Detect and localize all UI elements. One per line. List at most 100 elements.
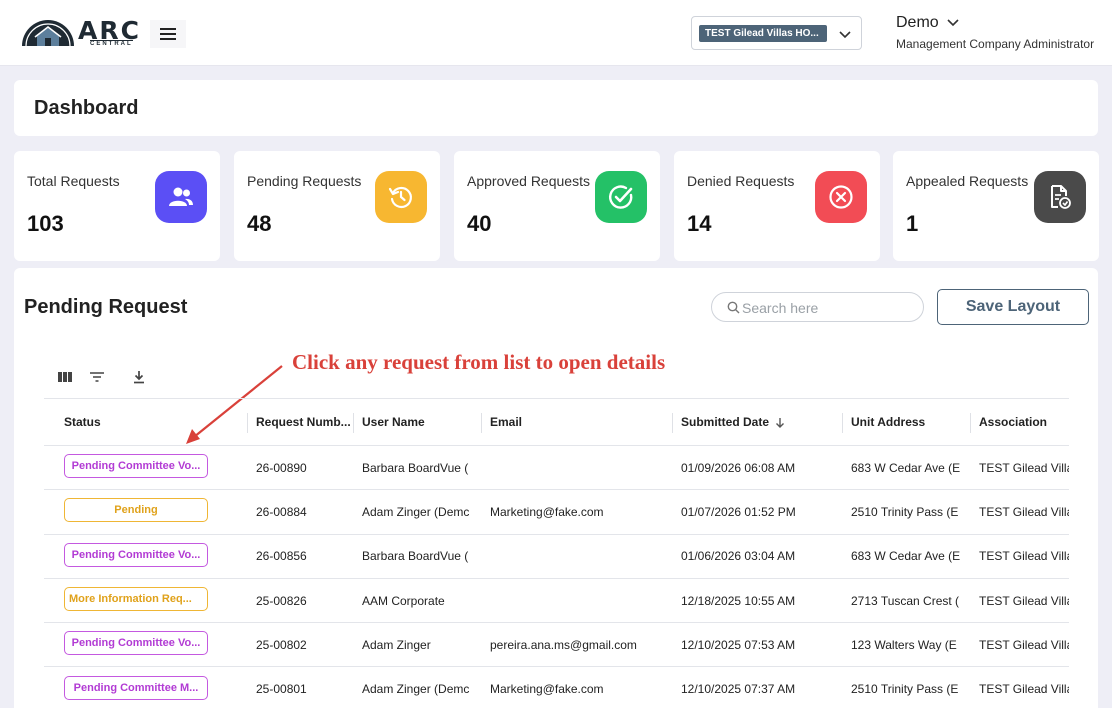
download-icon[interactable] <box>130 368 148 386</box>
status-badge[interactable]: Pending Committee M... <box>64 675 208 700</box>
association-chip: TEST Gilead Villas HO... <box>699 25 827 42</box>
unit-address-cell: 2510 Trinity Pass (E <box>843 666 971 708</box>
association-cell: TEST Gilead Villa <box>971 622 1069 668</box>
filter-icon[interactable] <box>88 368 106 386</box>
submitted-date-cell: 01/09/2026 06:08 AM <box>673 445 843 491</box>
unit-address-cell: 123 Walters Way (E <box>843 622 971 668</box>
document-refresh-icon <box>1034 171 1086 223</box>
association-cell: TEST Gilead Villa <box>971 666 1069 708</box>
request-number-cell: 26-00856 <box>248 534 354 579</box>
stat-value: 1 <box>906 211 919 236</box>
user-menu-chevron-icon[interactable] <box>946 18 960 28</box>
user-name-cell: AAM Corporate <box>354 578 482 624</box>
column-header-unit-address[interactable]: Unit Address <box>843 398 971 446</box>
arc-central-logo[interactable]: ARC CENTRAL <box>20 16 139 48</box>
stat-card-denied[interactable]: Denied Requests 14 <box>674 151 880 261</box>
user-name-cell: Adam Zinger (Demc <box>354 489 482 535</box>
column-header-association[interactable]: Association <box>971 398 1069 446</box>
submitted-date-cell: 01/07/2026 01:52 PM <box>673 489 843 535</box>
email-cell: Marketing@fake.com <box>482 666 673 708</box>
request-number-cell: 26-00890 <box>248 445 354 491</box>
column-header-submitted-date[interactable]: Submitted Date <box>673 398 843 446</box>
table-row[interactable]: Pending Committee Vo... 26-00890 Barbara… <box>44 445 1069 491</box>
user-role: Management Company Administrator <box>896 37 1095 51</box>
stat-label: Appealed Requests <box>906 173 1029 189</box>
stat-value: 40 <box>467 211 492 236</box>
submitted-date-cell: 12/18/2025 10:55 AM <box>673 578 843 624</box>
association-cell: TEST Gilead Villa <box>971 534 1069 579</box>
submitted-date-cell: 12/10/2025 07:37 AM <box>673 666 843 708</box>
save-layout-button[interactable]: Save Layout <box>937 289 1089 325</box>
stat-value: 14 <box>687 211 712 236</box>
instruction-annotation: Click any request from list to open deta… <box>292 350 666 374</box>
request-number-cell: 25-00801 <box>248 666 354 708</box>
association-selector[interactable]: TEST Gilead Villas HO... <box>691 16 862 50</box>
association-cell: TEST Gilead Villa <box>971 445 1069 491</box>
status-badge[interactable]: Pending Committee Vo... <box>64 631 208 656</box>
menu-toggle-button[interactable] <box>150 20 186 48</box>
table-row[interactable]: Pending Committee M... 25-00801 Adam Zin… <box>44 666 1069 708</box>
status-badge[interactable]: More Information Req... <box>64 587 208 612</box>
stat-value: 103 <box>27 211 64 236</box>
email-cell <box>482 534 673 579</box>
sort-descending-icon[interactable] <box>775 417 785 429</box>
dashboard-title-card: Dashboard <box>14 80 1098 136</box>
search-input[interactable] <box>742 298 912 318</box>
stat-card-appealed[interactable]: Appealed Requests 1 <box>893 151 1099 261</box>
email-cell: pereira.ana.ms@gmail.com <box>482 622 673 668</box>
column-header-request-number[interactable]: Request Numb... <box>248 398 354 446</box>
unit-address-cell: 2510 Trinity Pass (E <box>843 489 971 535</box>
search-icon <box>727 301 740 314</box>
unit-address-cell: 2713 Tuscan Crest ( <box>843 578 971 624</box>
user-name-cell: Adam Zinger <box>354 622 482 668</box>
email-cell: Marketing@fake.com <box>482 489 673 535</box>
email-cell <box>482 445 673 491</box>
request-number-cell: 25-00802 <box>248 622 354 668</box>
column-header-user-name[interactable]: User Name <box>354 398 482 446</box>
logo-subtext: CENTRAL <box>90 40 133 47</box>
stat-card-pending[interactable]: Pending Requests 48 <box>234 151 440 261</box>
requests-table: Status Request Numb... User Name Email S… <box>44 398 1069 708</box>
unit-address-cell: 683 W Cedar Ave (E <box>843 534 971 579</box>
table-header-row: Status Request Numb... User Name Email S… <box>44 398 1069 446</box>
history-icon <box>375 171 427 223</box>
user-name-cell: Barbara BoardVue ( <box>354 445 482 491</box>
users-icon <box>155 171 207 223</box>
columns-icon[interactable] <box>56 368 74 386</box>
submitted-date-cell: 01/06/2026 03:04 AM <box>673 534 843 579</box>
search-box[interactable] <box>711 292 924 322</box>
table-row[interactable]: Pending Committee Vo... 25-00802 Adam Zi… <box>44 622 1069 668</box>
x-circle-icon <box>815 171 867 223</box>
status-badge[interactable]: Pending Committee Vo... <box>64 454 208 479</box>
page-title: Dashboard <box>34 97 139 119</box>
stat-card-total[interactable]: Total Requests 103 <box>14 151 220 261</box>
stat-label: Total Requests <box>27 173 120 189</box>
user-name-cell: Adam Zinger (Demc <box>354 666 482 708</box>
stat-label: Pending Requests <box>247 173 362 189</box>
stat-card-approved[interactable]: Approved Requests 40 <box>454 151 660 261</box>
house-logo-icon <box>22 20 74 47</box>
table-row[interactable]: More Information Req... 25-00826 AAM Cor… <box>44 578 1069 624</box>
status-badge[interactable]: Pending <box>64 498 208 523</box>
request-number-cell: 25-00826 <box>248 578 354 624</box>
table-row[interactable]: Pending 26-00884 Adam Zinger (Demc Marke… <box>44 489 1069 535</box>
request-number-cell: 26-00884 <box>248 489 354 535</box>
user-name-cell: Barbara BoardVue ( <box>354 534 482 579</box>
stat-value: 48 <box>247 211 272 236</box>
stat-label: Denied Requests <box>687 173 795 189</box>
unit-address-cell: 683 W Cedar Ave (E <box>843 445 971 491</box>
top-bar: ARC CENTRAL TEST Gilead Villas HO... Dem… <box>0 0 1112 66</box>
association-cell: TEST Gilead Villa <box>971 489 1069 535</box>
submitted-date-cell: 12/10/2025 07:53 AM <box>673 622 843 668</box>
column-header-status[interactable]: Status <box>44 398 248 446</box>
table-row[interactable]: Pending Committee Vo... 26-00856 Barbara… <box>44 534 1069 579</box>
section-title: Pending Request <box>24 296 188 318</box>
hamburger-icon <box>160 28 176 30</box>
pending-requests-card: Pending Request Save Layout Click any re… <box>14 268 1098 708</box>
association-cell: TEST Gilead Villa <box>971 578 1069 624</box>
user-name[interactable]: Demo <box>896 14 939 32</box>
column-header-email[interactable]: Email <box>482 398 673 446</box>
status-badge[interactable]: Pending Committee Vo... <box>64 542 208 567</box>
check-circle-icon <box>595 171 647 223</box>
email-cell <box>482 578 673 624</box>
